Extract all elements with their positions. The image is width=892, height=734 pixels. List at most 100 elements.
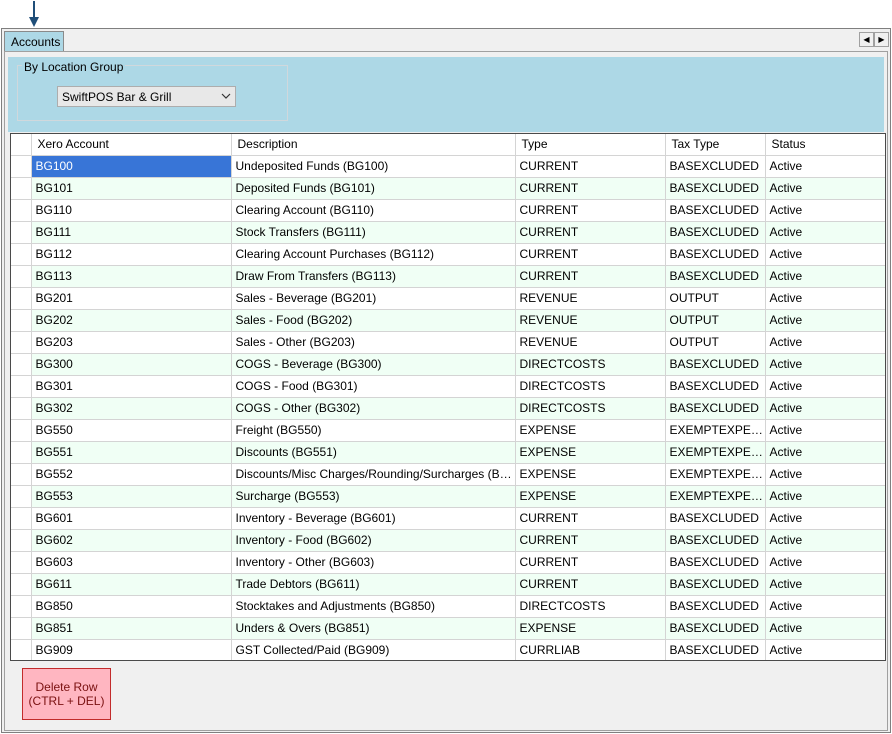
description-cell[interactable]: Sales - Food (BG202) (231, 309, 516, 332)
table-row[interactable]: BG302 COGS - Other (BG302) DIRECTCOSTS BASE… (11, 397, 885, 420)
description-cell[interactable]: Inventory - Beverage (BG601) (231, 507, 516, 530)
table-row[interactable]: BG603 Inventory - Other (BG603) CURRENT BAS… (11, 551, 885, 574)
table-row[interactable]: BG300 COGS - Beverage (BG300) DIRECTCOSTS B… (11, 353, 885, 376)
xero-account-cell[interactable]: BG202 (31, 309, 232, 332)
chevron-left-icon[interactable]: ◀ (859, 32, 874, 47)
row-header[interactable] (11, 573, 32, 596)
table-row[interactable]: BG552 Discounts/Misc Charges/Rounding/Sur… (11, 463, 885, 486)
xero-account-cell[interactable]: BG111 (31, 221, 232, 244)
xero-account-cell[interactable]: BG850 (31, 595, 232, 618)
xero-account-cell[interactable]: BG550 (31, 419, 232, 442)
description-cell[interactable]: Stocktakes and Adjustments (BG850) (231, 595, 516, 618)
description-cell[interactable]: Trade Debtors (BG611) (231, 573, 516, 596)
tax-type-cell[interactable]: BASEXCLUDED (665, 595, 766, 618)
tax-type-cell[interactable]: BASEXCLUDED (665, 507, 766, 530)
delete-row-button[interactable]: Delete Row (CTRL + DEL) (22, 668, 111, 720)
description-cell[interactable]: COGS - Other (BG302) (231, 397, 516, 420)
status-cell[interactable]: Active (765, 397, 885, 420)
table-row[interactable]: BG301 COGS - Food (BG301) DIRECTCOSTS BASEX… (11, 375, 885, 398)
tax-type-cell[interactable]: BASEXCLUDED (665, 221, 766, 244)
type-cell[interactable]: CURRENT (515, 243, 666, 266)
type-cell[interactable]: CURRENT (515, 551, 666, 574)
type-cell[interactable]: CURRENT (515, 199, 666, 222)
type-cell[interactable]: EXPENSE (515, 485, 666, 508)
status-cell[interactable]: Active (765, 617, 885, 640)
type-cell[interactable]: CURRENT (515, 177, 666, 200)
status-cell[interactable]: Active (765, 177, 885, 200)
table-row[interactable]: BG112 Clearing Account Purchases (BG112) C… (11, 243, 885, 266)
table-row[interactable]: BG203 Sales - Other (BG203) REVENUE OUTPUT A… (11, 331, 885, 354)
row-header[interactable] (11, 485, 32, 508)
row-header[interactable] (11, 507, 32, 530)
status-cell[interactable]: Active (765, 331, 885, 354)
status-cell[interactable]: Active (765, 639, 885, 660)
type-cell[interactable]: DIRECTCOSTS (515, 375, 666, 398)
table-row[interactable]: BG111 Stock Transfers (BG111) CURRENT BASEX… (11, 221, 885, 244)
type-cell[interactable]: CURRENT (515, 507, 666, 530)
row-header[interactable] (11, 375, 32, 398)
type-cell[interactable]: CURRENT (515, 265, 666, 288)
description-cell[interactable]: Unders & Overs (BG851) (231, 617, 516, 640)
table-row[interactable]: BG851 Unders & Overs (BG851) EXPENSE BASEXC… (11, 617, 885, 640)
table-row[interactable]: BG909 GST Collected/Paid (BG909) CURRLIAB B… (11, 639, 885, 660)
row-header[interactable] (11, 529, 32, 552)
status-cell[interactable]: Active (765, 199, 885, 222)
tax-type-cell[interactable]: BASEXCLUDED (665, 375, 766, 398)
xero-account-cell[interactable]: BG601 (31, 507, 232, 530)
type-cell[interactable]: CURRENT (515, 573, 666, 596)
tax-type-cell[interactable]: BASEXCLUDED (665, 397, 766, 420)
xero-account-cell[interactable]: BG611 (31, 573, 232, 596)
tax-type-cell[interactable]: BASEXCLUDED (665, 199, 766, 222)
tax-type-cell[interactable]: EXEMPTEXPEN... (665, 441, 766, 464)
table-row[interactable]: BG201 Sales - Beverage (BG201) REVENUE OUTP… (11, 287, 885, 310)
description-cell[interactable]: Inventory - Food (BG602) (231, 529, 516, 552)
description-cell[interactable]: GST Collected/Paid (BG909) (231, 639, 516, 660)
tax-type-cell[interactable]: BASEXCLUDED (665, 617, 766, 640)
row-header[interactable] (11, 617, 32, 640)
column-header-xero-account[interactable]: Xero Account (31, 134, 232, 156)
row-header[interactable] (11, 331, 32, 354)
description-cell[interactable]: COGS - Food (BG301) (231, 375, 516, 398)
tax-type-cell[interactable]: BASEXCLUDED (665, 529, 766, 552)
row-header[interactable] (11, 397, 32, 420)
xero-account-cell[interactable]: BG300 (31, 353, 232, 376)
xero-account-cell[interactable]: BG909 (31, 639, 232, 660)
table-row[interactable]: BG850 Stocktakes and Adjustments (BG850) D… (11, 595, 885, 618)
description-cell[interactable]: Clearing Account (BG110) (231, 199, 516, 222)
status-cell[interactable]: Active (765, 573, 885, 596)
xero-account-cell[interactable]: BG553 (31, 485, 232, 508)
status-cell[interactable]: Active (765, 529, 885, 552)
description-cell[interactable]: Stock Transfers (BG111) (231, 221, 516, 244)
description-cell[interactable]: Draw From Transfers (BG113) (231, 265, 516, 288)
type-cell[interactable]: EXPENSE (515, 617, 666, 640)
tax-type-cell[interactable]: BASEXCLUDED (665, 265, 766, 288)
xero-account-cell[interactable]: BG603 (31, 551, 232, 574)
tax-type-cell[interactable]: BASEXCLUDED (665, 551, 766, 574)
table-row[interactable]: BG601 Inventory - Beverage (BG601) CURRENT… (11, 507, 885, 530)
tax-type-cell[interactable]: BASEXCLUDED (665, 353, 766, 376)
xero-account-cell[interactable]: BG552 (31, 463, 232, 486)
row-header[interactable] (11, 353, 32, 376)
tax-type-cell[interactable]: OUTPUT (665, 331, 766, 354)
type-cell[interactable]: CURRENT (515, 221, 666, 244)
status-cell[interactable]: Active (765, 507, 885, 530)
status-cell[interactable]: Active (765, 265, 885, 288)
column-header-tax-type[interactable]: Tax Type (665, 134, 766, 156)
tax-type-cell[interactable]: EXEMPTEXPEN... (665, 485, 766, 508)
description-cell[interactable]: Inventory - Other (BG603) (231, 551, 516, 574)
status-cell[interactable]: Active (765, 221, 885, 244)
tax-type-cell[interactable]: BASEXCLUDED (665, 639, 766, 660)
status-cell[interactable]: Active (765, 419, 885, 442)
row-header[interactable] (11, 441, 32, 464)
tax-type-cell[interactable]: BASEXCLUDED (665, 573, 766, 596)
status-cell[interactable]: Active (765, 309, 885, 332)
status-cell[interactable]: Active (765, 485, 885, 508)
row-header[interactable] (11, 419, 32, 442)
description-cell[interactable]: Sales - Beverage (BG201) (231, 287, 516, 310)
description-cell[interactable]: Sales - Other (BG203) (231, 331, 516, 354)
status-cell[interactable]: Active (765, 463, 885, 486)
type-cell[interactable]: REVENUE (515, 309, 666, 332)
table-row[interactable]: BG113 Draw From Transfers (BG113) CURRENT B… (11, 265, 885, 288)
row-header[interactable] (11, 551, 32, 574)
type-cell[interactable]: EXPENSE (515, 419, 666, 442)
